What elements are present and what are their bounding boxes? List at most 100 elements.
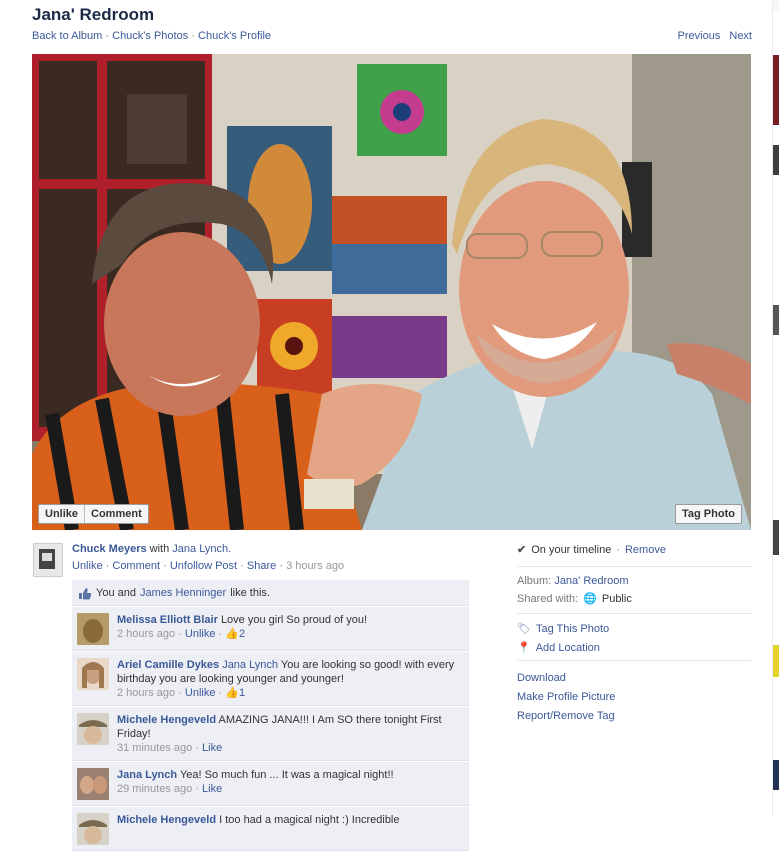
right-edge-thumb[interactable] <box>773 645 779 677</box>
comment-like-link[interactable]: Like <box>202 742 222 754</box>
add-location-link[interactable]: Add Location <box>536 642 600 654</box>
next-link[interactable]: Next <box>729 30 752 42</box>
post-actions: Unlike · Comment · Unfollow Post · Share… <box>72 560 344 572</box>
post-time[interactable]: 3 hours ago <box>286 560 344 572</box>
photo-action-buttons: Unlike Comment <box>38 504 149 524</box>
comment-mention[interactable]: Jana Lynch <box>222 659 278 671</box>
breadcrumb: Back to Album · Chuck's Photos · Chuck's… <box>32 30 271 42</box>
separator: · <box>163 560 167 572</box>
tag-this-photo-link[interactable]: Tag This Photo <box>536 623 609 635</box>
right-edge-thumb[interactable] <box>773 760 779 790</box>
separator: · <box>279 560 284 572</box>
avatar-image <box>80 776 107 794</box>
separator: · <box>616 543 620 556</box>
commenter-name[interactable]: Jana Lynch <box>117 769 177 781</box>
comment-like-count[interactable]: 👍1 <box>225 687 245 699</box>
with-text: with <box>149 543 170 555</box>
pager: Previous Next <box>678 30 752 42</box>
make-profile-picture-link[interactable]: Make Profile Picture <box>517 688 751 707</box>
report-remove-tag-link[interactable]: Report/Remove Tag <box>517 707 751 726</box>
comment-meta: 2 hours ago · Unlike · 👍1 <box>117 686 464 700</box>
likes-suffix: like this. <box>230 587 270 599</box>
tag-photo-button[interactable]: Tag Photo <box>675 504 742 524</box>
commenter-avatar[interactable] <box>77 658 109 690</box>
location-row: 📍 Add Location <box>517 641 751 655</box>
divider <box>517 660 751 661</box>
comment-text: Love you girl So proud of you! <box>220 614 368 626</box>
commenter-name[interactable]: Ariel Camille Dykes <box>117 659 219 671</box>
profile-link[interactable]: Chuck's Profile <box>198 30 271 42</box>
right-edge-strip <box>773 0 779 12</box>
commenter-avatar[interactable] <box>77 768 109 800</box>
commenter-avatar[interactable] <box>77 713 109 745</box>
comment-item: Ariel Camille Dykes Jana Lynch You are l… <box>72 651 469 706</box>
privacy-value[interactable]: Public <box>602 593 632 605</box>
album-row: Album: Jana' Redroom <box>517 575 751 587</box>
comment-like-count[interactable]: 👍2 <box>225 628 245 640</box>
unlike-photo-button[interactable]: Unlike <box>39 505 84 523</box>
timeline-label: On your timeline <box>531 543 612 556</box>
comment-like-link[interactable]: Unlike <box>185 628 216 640</box>
separator: · <box>218 687 223 699</box>
likes-person[interactable]: James Henninger <box>140 587 226 599</box>
comment-time[interactable]: 2 hours ago <box>117 628 175 640</box>
commenter-name[interactable]: Melissa Elliott Blair <box>117 614 218 626</box>
comment-item: Melissa Elliott Blair Love you girl So p… <box>72 606 469 651</box>
likes-you-and: You and <box>96 587 136 599</box>
like-count: 2 <box>238 628 246 640</box>
comment-time[interactable]: 29 minutes ago <box>117 783 192 795</box>
comment-meta: 31 minutes ago · Like <box>117 741 464 755</box>
thumbs-up-icon <box>79 587 92 599</box>
comment-time[interactable]: 31 minutes ago <box>117 742 192 754</box>
unlike-link[interactable]: Unlike <box>72 560 103 572</box>
separator: · <box>195 783 199 795</box>
right-edge-thumb[interactable] <box>773 305 779 335</box>
page-title: Jana' Redroom <box>32 5 155 24</box>
comment-item: Michele Hengeveld AMAZING JANA!!! I Am S… <box>72 706 469 761</box>
tag-row: 🏷 Tag This Photo <box>517 622 751 636</box>
likes-summary: You and James Henninger like this. <box>72 580 469 606</box>
right-edge-thumb[interactable] <box>773 55 779 125</box>
share-link[interactable]: Share <box>247 560 276 572</box>
comment-text: Yea! So much fun ... It was a magical ni… <box>179 769 394 781</box>
photos-link[interactable]: Chuck's Photos <box>112 30 188 42</box>
main-photo[interactable] <box>32 54 751 530</box>
comment-time[interactable]: 2 hours ago <box>117 687 175 699</box>
avatar-image <box>79 820 107 844</box>
album-link[interactable]: Jana' Redroom <box>554 575 628 587</box>
unfollow-post-link[interactable]: Unfollow Post <box>170 560 237 572</box>
comment-like-link[interactable]: Unlike <box>185 687 216 699</box>
comment-meta: 29 minutes ago · Like <box>117 782 464 796</box>
author-avatar[interactable] <box>33 543 63 577</box>
separator: · <box>195 742 199 754</box>
separator: · <box>105 30 110 42</box>
avatar-image <box>79 720 107 744</box>
photo-image <box>32 54 751 530</box>
previous-link[interactable]: Previous <box>678 30 721 42</box>
comment-meta: 2 hours ago · Unlike · 👍2 <box>117 627 464 641</box>
comment-photo-button[interactable]: Comment <box>84 505 148 523</box>
comment-link[interactable]: Comment <box>112 560 160 572</box>
right-edge-thumb[interactable] <box>773 145 779 175</box>
tagged-person[interactable]: Jana Lynch. <box>172 543 231 555</box>
comments-box: You and James Henninger like this. Melis… <box>72 580 469 851</box>
download-link[interactable]: Download <box>517 669 751 688</box>
commenter-name[interactable]: Michele Hengeveld <box>117 714 216 726</box>
timeline-row: ✔ On your timeline · Remove <box>517 543 751 557</box>
commenter-avatar[interactable] <box>77 613 109 645</box>
like-count: 1 <box>238 687 246 699</box>
globe-icon[interactable]: 🌐 <box>583 592 597 605</box>
back-to-album-link[interactable]: Back to Album <box>32 30 102 42</box>
comment-like-link[interactable]: Like <box>202 783 222 795</box>
comment-item: Michele Hengeveld I too had a magical ni… <box>72 806 469 851</box>
author-avatar-image <box>39 549 55 569</box>
album-label: Album: <box>517 575 552 587</box>
avatar-image <box>82 662 104 688</box>
commenter-avatar[interactable] <box>77 813 109 845</box>
shared-label: Shared with: <box>517 592 579 605</box>
right-edge-thumb[interactable] <box>773 520 779 555</box>
remove-link[interactable]: Remove <box>625 544 666 556</box>
separator: · <box>191 30 195 42</box>
divider <box>517 613 751 614</box>
author-name[interactable]: Chuck Meyers <box>72 543 147 555</box>
